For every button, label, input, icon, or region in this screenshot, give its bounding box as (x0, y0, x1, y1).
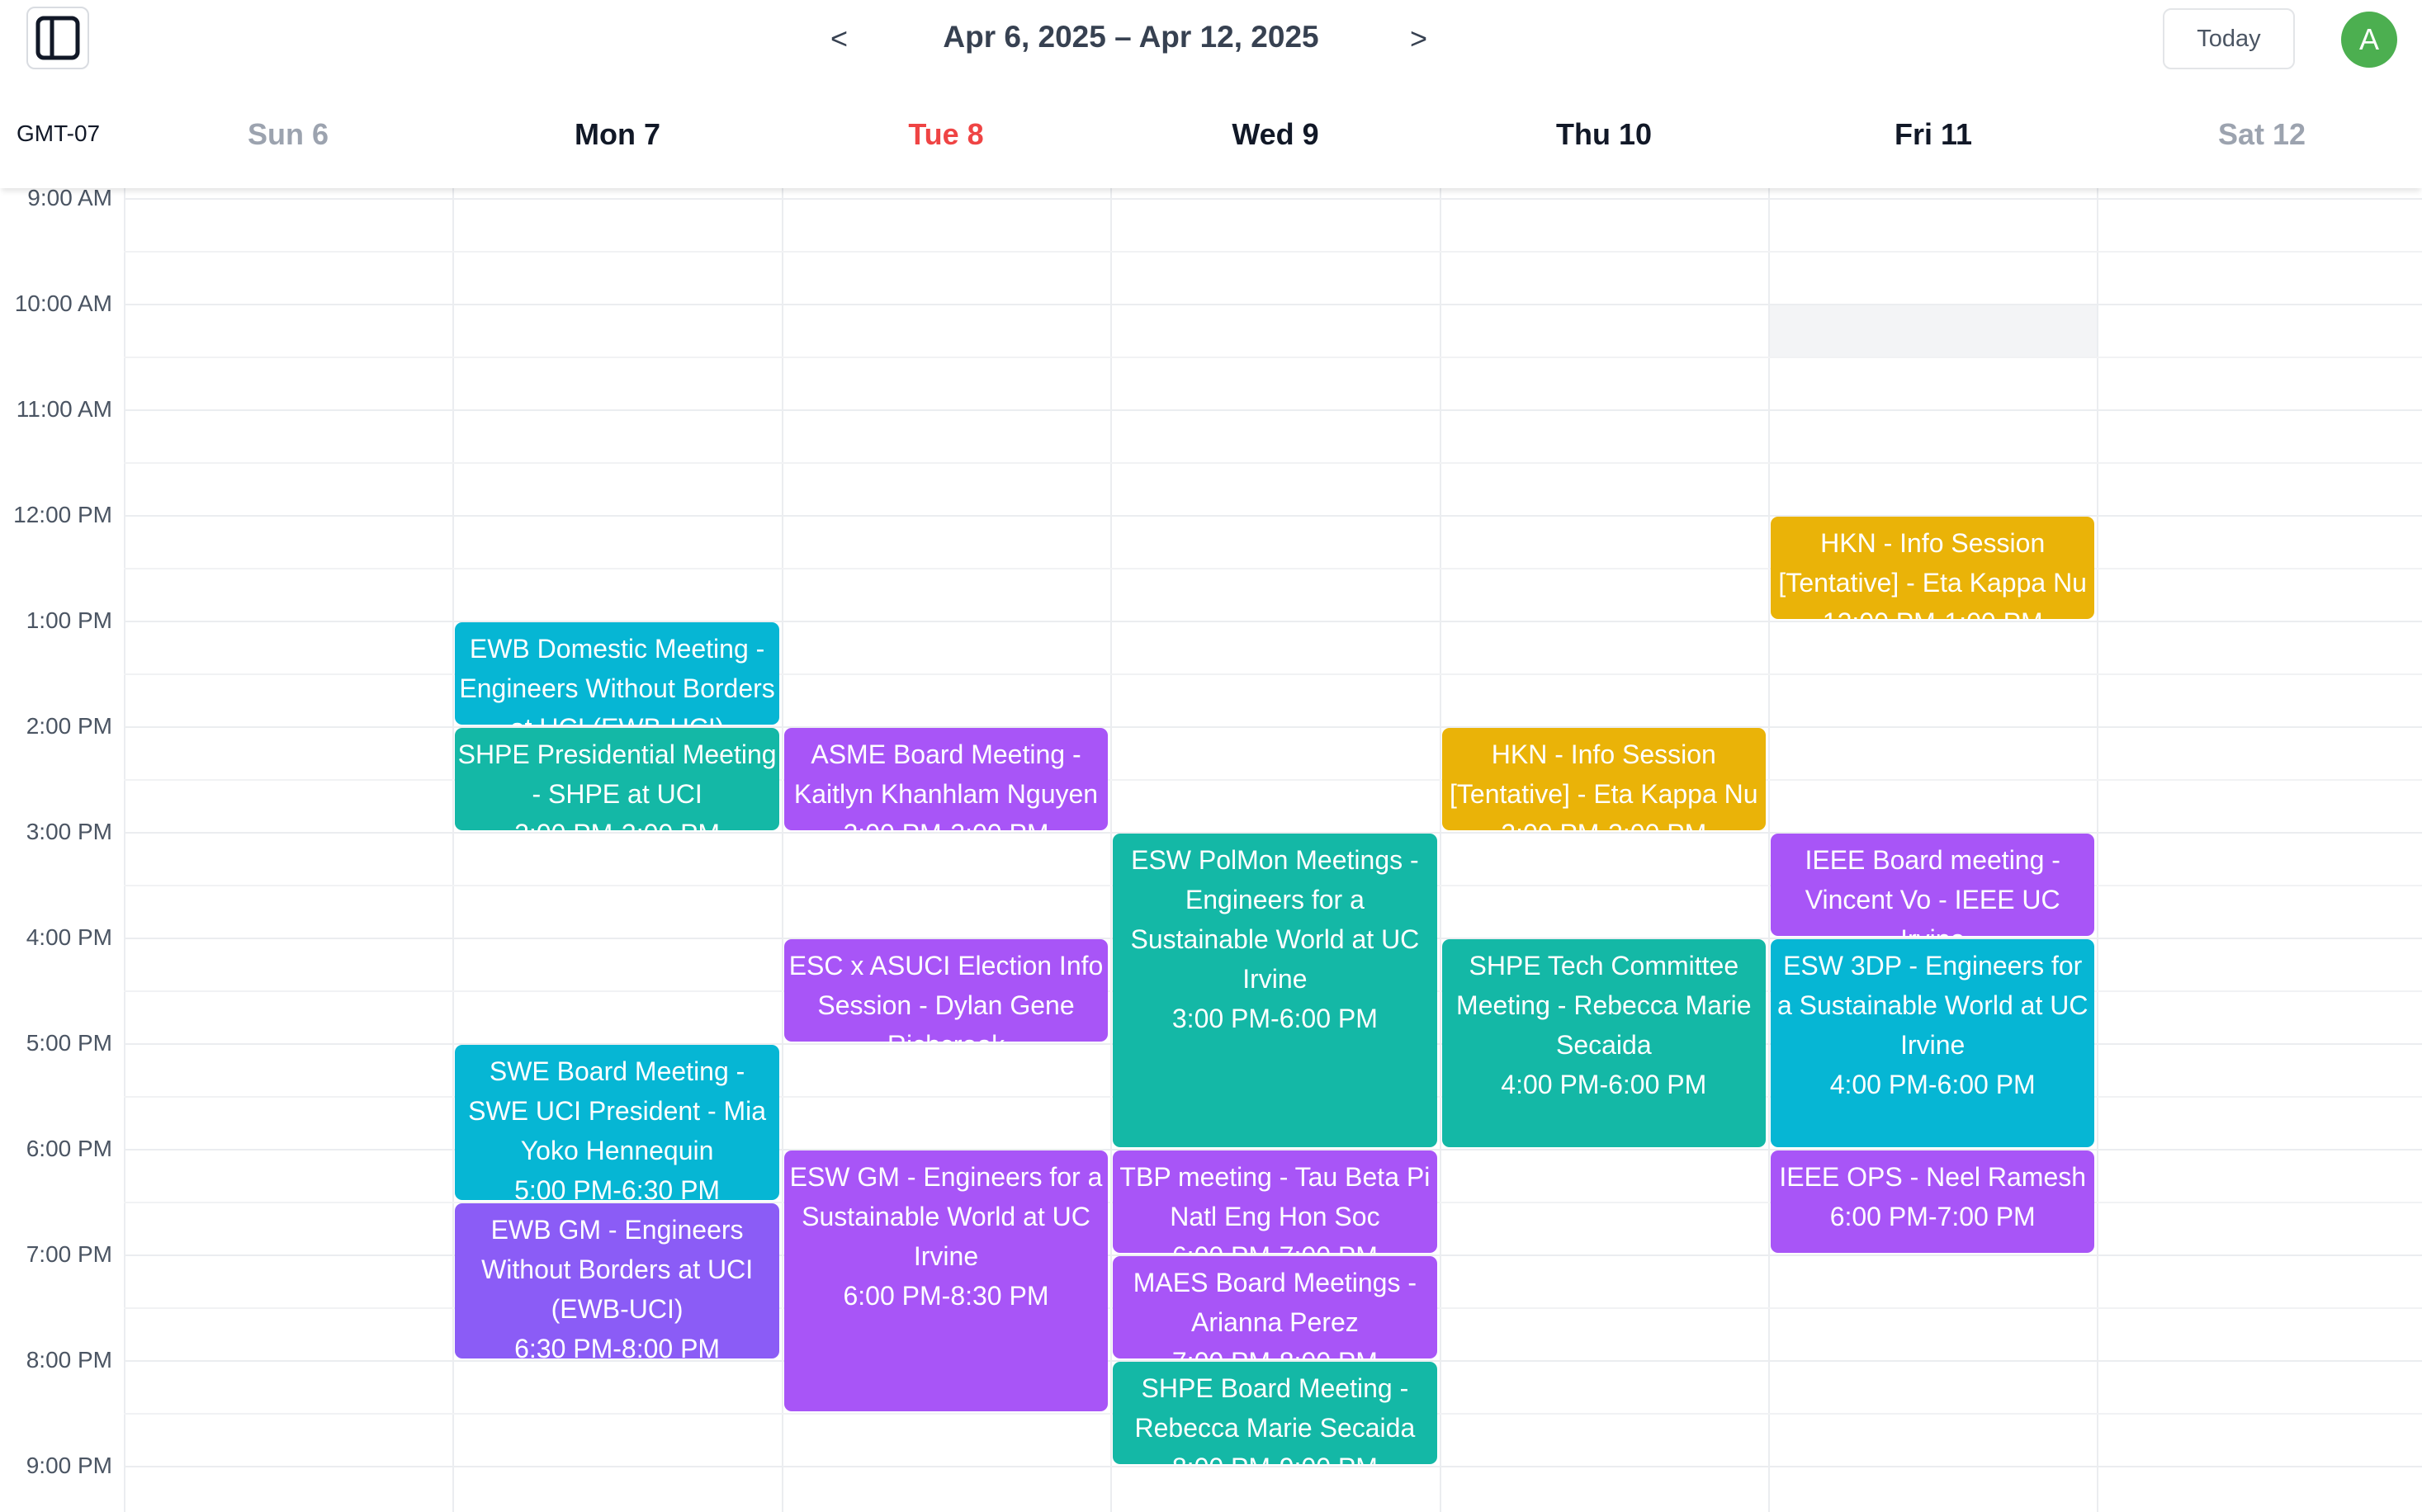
time-label: 6:00 PM (26, 1136, 112, 1161)
today-button[interactable]: Today (2163, 8, 2295, 69)
time-label: 12:00 PM (13, 502, 112, 527)
day-column-divider (2097, 188, 2099, 1512)
event-title: SHPE Presidential Meeting - SHPE at UCI (457, 739, 777, 809)
event-title: ESW PolMon Meetings - Engineers for a Su… (1130, 845, 1420, 994)
event-time: 7:00 PM-8:00 PM (1114, 1342, 1435, 1358)
day-column-divider (1110, 188, 1113, 1512)
time-label: 7:00 PM (26, 1241, 112, 1267)
event-title: ESC x ASUCI Election Info Session - Dyla… (788, 951, 1104, 1042)
event-time: 5:00 PM-6:30 PM (514, 1175, 721, 1200)
event-title: TBP meeting - Tau Beta Pi Natl Eng Hon S… (1119, 1162, 1431, 1231)
day-header-wed[interactable]: Wed 9 (1111, 117, 1440, 152)
event-time: 6:00 PM-8:30 PM (843, 1281, 1049, 1311)
event-title: SWE Board Meeting - SWE UCI President - … (468, 1056, 767, 1165)
day-header-sat[interactable]: Sat 12 (2098, 117, 2422, 152)
day-header-row: GMT-07 Sun 6 Mon 7 Tue 8 Wed 9 Thu 10 Fr… (0, 86, 2422, 188)
event-time: 2:00 PM-3:00 PM (456, 814, 777, 830)
calendar-event[interactable]: EWB Domestic Meeting - Engineers Without… (455, 622, 779, 725)
avatar[interactable]: A (2341, 12, 2397, 68)
event-title: EWB Domestic Meeting - Engineers Without… (459, 634, 775, 725)
event-title: SHPE Tech Committee Meeting - Rebecca Ma… (1456, 951, 1752, 1060)
time-label: 10:00 AM (14, 291, 112, 316)
next-week-button[interactable]: > (1410, 18, 1427, 59)
event-title: ASME Board Meeting - Kaitlyn Khanhlam Ng… (793, 739, 1099, 809)
calendar-event[interactable]: SWE Board Meeting - SWE UCI President - … (455, 1045, 779, 1200)
calendar-event[interactable]: HKN - Info Session [Tentative] - Eta Kap… (1771, 517, 2095, 619)
previous-week-button[interactable]: < (830, 18, 848, 59)
time-label: 1:00 PM (26, 607, 112, 633)
day-header-thu[interactable]: Thu 10 (1440, 117, 1768, 152)
event-title: MAES Board Meetings - Arianna Perez (1133, 1268, 1417, 1337)
event-time: 2:00 PM-3:00 PM (1444, 814, 1764, 830)
day-column-divider (781, 188, 783, 1512)
calendar-event[interactable]: ESW GM - Engineers for a Sustainable Wor… (783, 1151, 1109, 1411)
top-bar: < Apr 6, 2025 – Apr 12, 2025 > Today A (0, 0, 2422, 87)
event-time: 2:00 PM-3:00 PM (786, 814, 1106, 830)
time-label: 8:00 PM (26, 1347, 112, 1373)
half-hour-line (124, 251, 2422, 253)
event-time: 4:00 PM-6:00 PM (1501, 1070, 1707, 1099)
time-label: 9:00 AM (27, 188, 112, 210)
calendar-event[interactable]: ASME Board Meeting - Kaitlyn Khanhlam Ng… (783, 728, 1109, 830)
time-label: 3:00 PM (26, 819, 112, 844)
time-label: 4:00 PM (26, 924, 112, 950)
calendar-event[interactable]: ESW 3DP - Engineers for a Sustainable Wo… (1771, 939, 2095, 1147)
event-time: 4:00 PM-6:00 PM (1829, 1070, 2036, 1099)
calendar-event[interactable]: SHPE Tech Committee Meeting - Rebecca Ma… (1441, 939, 1766, 1147)
week-grid[interactable]: 9:00 AM 10:00 AM 11:00 AM 12:00 PM 1:00 PM 2:… (0, 188, 2422, 1512)
date-range-title: Apr 6, 2025 – Apr 12, 2025 (943, 20, 1319, 54)
hour-line (124, 198, 2422, 200)
hour-line (124, 304, 2422, 305)
day-column-divider (452, 188, 455, 1512)
time-label: 2:00 PM (26, 713, 112, 739)
event-time: 6:30 PM-8:00 PM (514, 1334, 721, 1358)
event-time: 8:00 PM-9:00 PM (1114, 1448, 1435, 1464)
sidebar-panel-icon (35, 16, 80, 60)
calendar-event[interactable]: ESC x ASUCI Election Info Session - Dyla… (783, 939, 1109, 1042)
day-column-divider (124, 188, 125, 1512)
timezone-label: GMT-07 (17, 120, 101, 146)
event-time: 3:00 PM-6:00 PM (1171, 1004, 1378, 1033)
event-title: HKN - Info Session [Tentative] - Eta Kap… (1450, 739, 1758, 809)
calendar-event[interactable]: EWB GM - Engineers Without Borders at UC… (455, 1203, 779, 1358)
calendar-event[interactable]: SHPE Presidential Meeting - SHPE at UCI 2… (455, 728, 779, 830)
sidebar-toggle-button[interactable] (26, 7, 89, 69)
event-time: 6:00 PM-7:00 PM (1829, 1202, 2036, 1231)
day-header-mon[interactable]: Mon 7 (453, 117, 782, 152)
calendar-event[interactable]: HKN - Info Session [Tentative] - Eta Kap… (1441, 728, 1766, 830)
event-title: ESW GM - Engineers for a Sustainable Wor… (789, 1162, 1103, 1271)
event-title: ESW 3DP - Engineers for a Sustainable Wo… (1776, 951, 2089, 1060)
day-column-divider (1439, 188, 1441, 1512)
half-hour-line (124, 462, 2422, 464)
time-label: 5:00 PM (26, 1030, 112, 1056)
event-title: IEEE Board meeting - Vincent Vo - IEEE U… (1805, 845, 2060, 936)
event-title: HKN - Info Session [Tentative] - Eta Kap… (1778, 528, 2087, 598)
calendar-event[interactable]: IEEE Board meeting - Vincent Vo - IEEE U… (1771, 834, 2095, 936)
day-header-fri[interactable]: Fri 11 (1769, 117, 2098, 152)
day-column-divider (1768, 188, 1770, 1512)
calendar-event[interactable]: TBP meeting - Tau Beta Pi Natl Eng Hon S… (1113, 1151, 1437, 1253)
half-hour-line (124, 357, 2422, 358)
day-header-tue[interactable]: Tue 8 (782, 117, 1110, 152)
event-title: EWB GM - Engineers Without Borders at UC… (481, 1215, 754, 1324)
day-header-sun[interactable]: Sun 6 (124, 117, 452, 152)
event-time: 12:00 PM-1:00 PM (1772, 602, 2093, 619)
event-title: SHPE Board Meeting - Rebecca Marie Secai… (1134, 1373, 1416, 1443)
calendar-event[interactable]: MAES Board Meetings - Arianna Perez 7:00 … (1113, 1256, 1437, 1358)
hour-line (124, 1466, 2422, 1467)
event-title: IEEE OPS - Neel Ramesh (1779, 1162, 2087, 1192)
hour-line (124, 409, 2422, 411)
time-label: 9:00 PM (26, 1453, 112, 1478)
current-time-block (1769, 305, 2098, 358)
event-time: 6:00 PM-7:00 PM (1114, 1236, 1435, 1253)
calendar-event[interactable]: IEEE OPS - Neel Ramesh 6:00 PM-7:00 PM (1771, 1151, 2095, 1253)
calendar-event[interactable]: ESW PolMon Meetings - Engineers for a Su… (1113, 834, 1437, 1147)
calendar-event[interactable]: SHPE Board Meeting - Rebecca Marie Secai… (1113, 1362, 1437, 1464)
time-label: 11:00 AM (16, 396, 112, 422)
